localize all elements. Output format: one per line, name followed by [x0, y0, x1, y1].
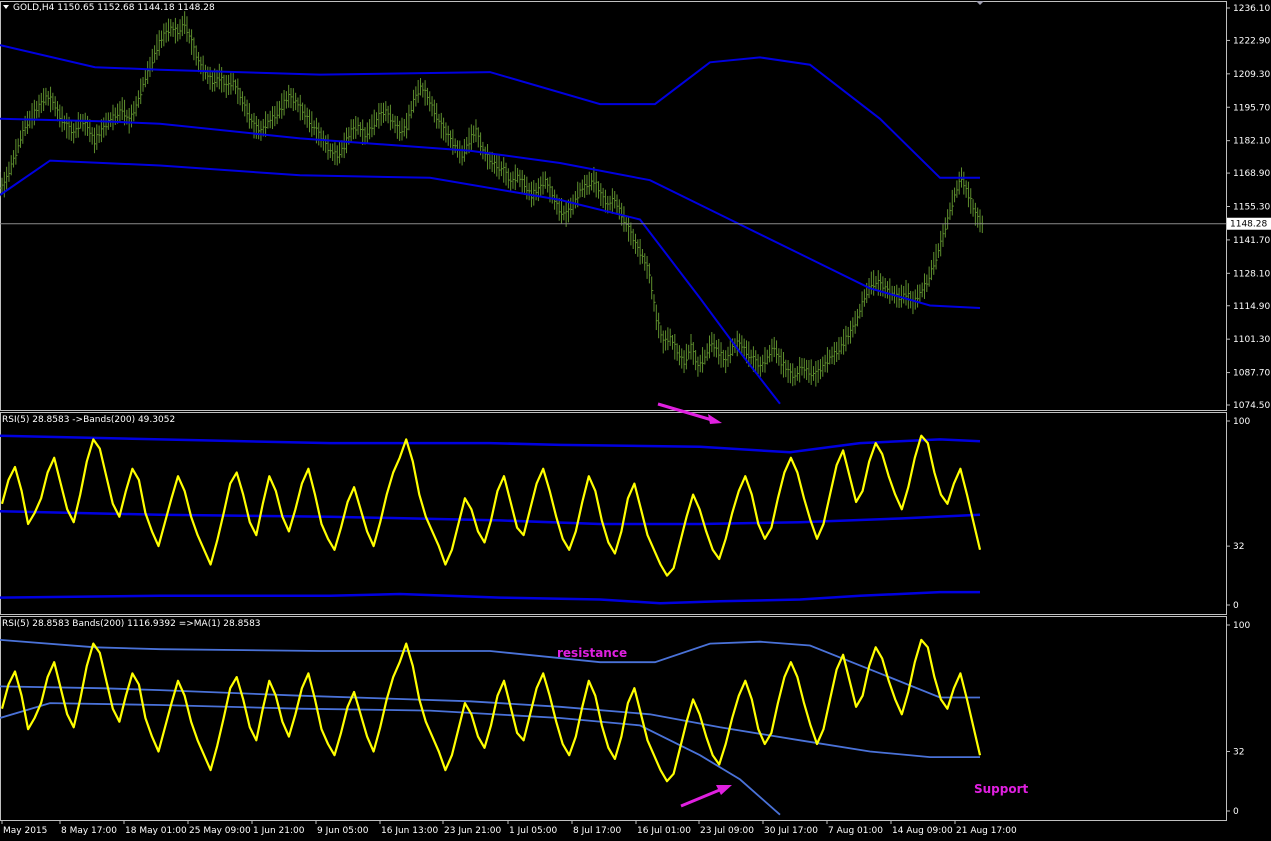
- x-tick-label: 25 May 09:00: [189, 826, 251, 836]
- rsi-y-tick-label: 32: [1233, 747, 1244, 757]
- x-tick-label: 23 Jul 09:00: [700, 826, 754, 836]
- x-tick-label: 1 Jun 21:00: [253, 826, 305, 836]
- price-y-tick-label: 1168.90: [1233, 169, 1270, 179]
- price-y-tick-label: 1128.10: [1233, 269, 1270, 279]
- price-y-tick-label: 1195.70: [1233, 103, 1270, 113]
- price-y-tick-label: 1074.50: [1233, 401, 1270, 411]
- x-tick-label: 16 Jul 01:00: [637, 826, 691, 836]
- price-y-tick-label: 1209.30: [1233, 70, 1270, 80]
- rsi-y-tick-label: 100: [1233, 621, 1250, 631]
- support-label: Support: [974, 782, 1029, 796]
- price-y-tick-label: 1114.90: [1233, 302, 1270, 312]
- x-tick-label: 9 Jun 05:00: [317, 826, 369, 836]
- chart-root: 1236.10 1222.90 1209.30 1195.70 1182.10 1168.…: [0, 0, 1271, 841]
- price-title: GOLD,H4 1150.65 1152.68 1144.18 1148.28: [13, 3, 215, 13]
- price-y-tick-label: 1182.10: [1233, 137, 1270, 147]
- x-tick-label: 8 Jul 17:00: [573, 826, 622, 836]
- x-tick-label: 8 May 17:00: [61, 826, 117, 836]
- x-tick-label: 7 Aug 01:00: [828, 826, 883, 836]
- price-y-tick-label: 1155.30: [1233, 203, 1270, 213]
- x-tick-label: 23 Jun 21:00: [444, 826, 501, 836]
- x-tick-label: 16 Jun 13:00: [381, 826, 438, 836]
- rsi-title: RSI(5) 28.8583 ->Bands(200) 49.3052: [2, 415, 175, 425]
- current-price-label: 1148.28: [1230, 220, 1267, 230]
- resistance-label: resistance: [557, 646, 627, 660]
- x-tick-label: May 2015: [3, 826, 47, 836]
- x-tick-label: 30 Jul 17:00: [764, 826, 818, 836]
- price-y-tick-label: 1222.90: [1233, 36, 1270, 46]
- rsi-y-tick-label: 0: [1233, 807, 1239, 817]
- x-tick-label: 18 May 01:00: [125, 826, 187, 836]
- rsi-y-tick-label: 0: [1233, 601, 1239, 611]
- price-y-tick-label: 1087.70: [1233, 369, 1270, 379]
- rsi-title: RSI(5) 28.8583 Bands(200) 1116.9392 =>MA…: [2, 619, 261, 629]
- x-tick-label: 21 Aug 17:00: [956, 826, 1017, 836]
- price-y-tick-label: 1141.70: [1233, 236, 1270, 246]
- rsi-y-tick-label: 100: [1233, 417, 1250, 427]
- rsi-y-tick-label: 32: [1233, 542, 1244, 552]
- price-y-tick-label: 1236.10: [1233, 4, 1270, 14]
- price-y-tick-label: 1101.30: [1233, 335, 1270, 345]
- x-tick-label: 1 Jul 05:00: [509, 826, 558, 836]
- x-tick-label: 14 Aug 09:00: [892, 826, 953, 836]
